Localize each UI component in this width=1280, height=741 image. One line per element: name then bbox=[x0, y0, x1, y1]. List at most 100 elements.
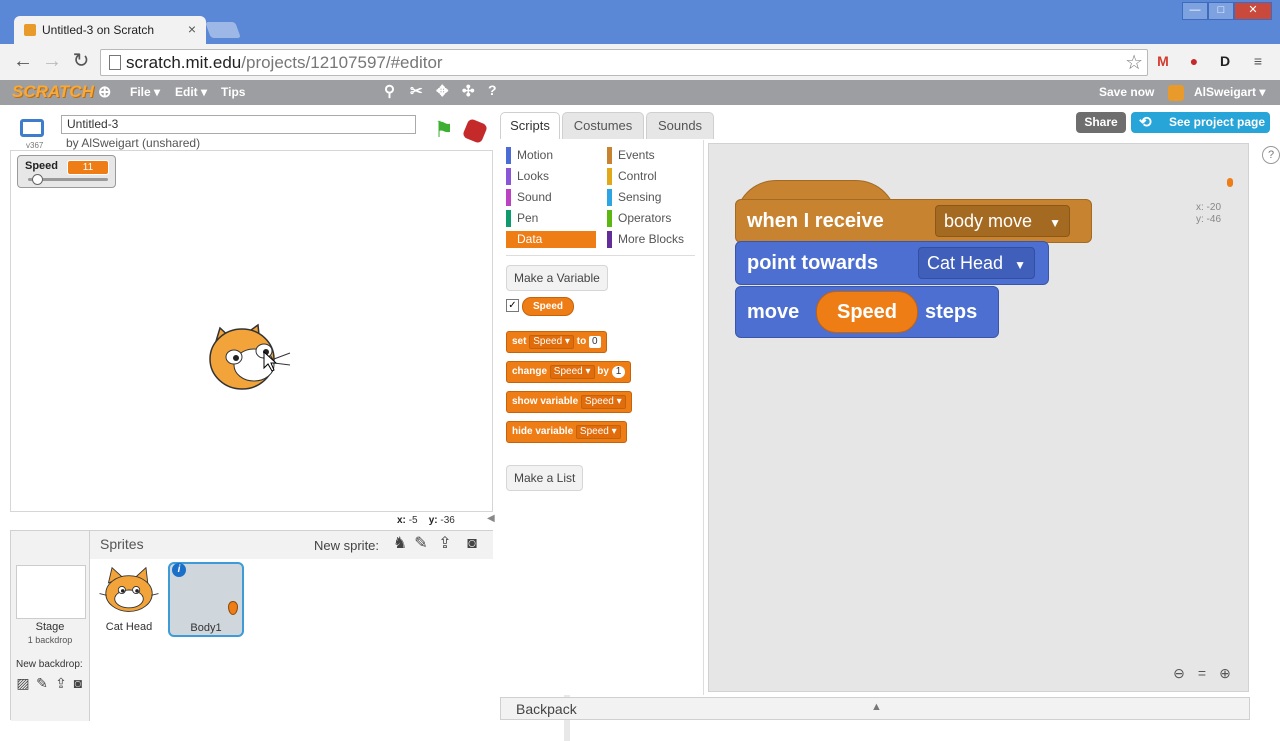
page-icon bbox=[109, 55, 121, 70]
tips-menu[interactable]: Tips bbox=[221, 85, 245, 99]
category-column-right: Events Control Sensing Operators More Bl… bbox=[607, 147, 697, 248]
help-tips-icon[interactable]: ? bbox=[1262, 146, 1280, 164]
zoom-in-icon[interactable]: ⊕ bbox=[1216, 664, 1234, 682]
variable-monitor[interactable]: Speed 11 bbox=[17, 155, 116, 188]
when-i-receive-block[interactable]: when I receive body move ▼ bbox=[735, 199, 1092, 243]
sprite-coordinates: x: -20 y: -46 bbox=[1196, 202, 1222, 225]
expand-up-icon[interactable]: ▲ bbox=[871, 701, 882, 713]
paint-backdrop-icon[interactable]: ▨ bbox=[16, 676, 30, 690]
shrink-icon[interactable]: ✣ bbox=[462, 82, 475, 100]
make-list-button[interactable]: Make a List bbox=[506, 465, 584, 491]
scratch-logo[interactable]: SCRATCH bbox=[12, 82, 94, 102]
camera-sprite-icon[interactable]: ◙ bbox=[463, 535, 481, 553]
cat-head-thumbnail bbox=[99, 566, 159, 612]
forward-arrow-icon[interactable]: → bbox=[41, 50, 63, 72]
category-sound[interactable]: Sound bbox=[506, 189, 596, 206]
address-bar[interactable]: scratch.mit.edu/projects/12107597/#edito… bbox=[100, 49, 1148, 76]
block-palette: Motion Looks Sound Pen Data Events Contr… bbox=[500, 140, 704, 695]
sprite-item-cat-head[interactable]: Cat Head bbox=[90, 559, 168, 669]
move-steps-block[interactable]: move Speed steps bbox=[735, 286, 999, 338]
see-project-page-button[interactable]: ⟲ See project page bbox=[1131, 112, 1270, 133]
backpack-label: Backpack bbox=[516, 701, 577, 717]
new-backdrop-label: New backdrop: bbox=[16, 659, 83, 670]
extension-icon[interactable]: ● bbox=[1184, 52, 1204, 70]
minimize-button[interactable]: — bbox=[1182, 2, 1208, 20]
url-text[interactable]: scratch.mit.edu/projects/12107597/#edito… bbox=[126, 53, 443, 73]
paint-sprite-icon[interactable]: ✎ bbox=[412, 535, 430, 553]
save-now-link[interactable]: Save now bbox=[1099, 85, 1154, 99]
info-icon[interactable]: i bbox=[172, 563, 186, 577]
extension-d-icon[interactable]: D bbox=[1215, 52, 1235, 70]
zoom-reset-icon[interactable]: = bbox=[1193, 664, 1211, 682]
variable-reporter-speed[interactable]: Speed bbox=[522, 297, 575, 316]
target-dropdown[interactable]: Cat Head ▼ bbox=[918, 247, 1035, 279]
help-icon[interactable]: ? bbox=[488, 82, 497, 98]
category-motion[interactable]: Motion bbox=[506, 147, 596, 164]
stage-coordinates: x: -5 y: -36 bbox=[397, 515, 455, 526]
duplicate-stamp-icon[interactable]: ⚲ bbox=[384, 82, 395, 100]
set-variable-block[interactable]: set Speed ▾ to 0 bbox=[506, 331, 607, 353]
new-sprite-label: New sprite: bbox=[314, 538, 380, 553]
monitor-label: Speed bbox=[25, 160, 59, 172]
message-dropdown[interactable]: body move ▼ bbox=[935, 205, 1070, 237]
slider-knob[interactable] bbox=[32, 174, 43, 185]
upload-icon[interactable]: ⇪ bbox=[54, 676, 68, 690]
share-button[interactable]: Share bbox=[1076, 112, 1126, 133]
collapse-stage-icon[interactable]: ◀ bbox=[487, 513, 495, 524]
tab-scripts[interactable]: Scripts bbox=[500, 112, 560, 139]
scratch-favicon-icon bbox=[24, 24, 36, 36]
back-arrow-icon[interactable]: ← bbox=[12, 50, 34, 72]
change-variable-block[interactable]: change Speed ▾ by 1 bbox=[506, 361, 632, 383]
point-towards-block[interactable]: point towards Cat Head ▼ bbox=[735, 241, 1049, 285]
sprite-item-body1[interactable]: i Body1 bbox=[168, 562, 244, 637]
zoom-out-icon[interactable]: ⊖ bbox=[1170, 664, 1188, 682]
choose-sprite-icon[interactable]: ♞ bbox=[391, 535, 409, 553]
stage-canvas[interactable]: Speed 11 bbox=[10, 150, 493, 512]
tab-costumes[interactable]: Costumes bbox=[562, 112, 644, 139]
category-events[interactable]: Events bbox=[607, 147, 697, 164]
green-flag-icon[interactable]: ⚑ bbox=[434, 119, 454, 141]
globe-icon[interactable]: ⊕ bbox=[98, 82, 111, 102]
script-area[interactable]: when I receive body move ▼ point towards… bbox=[708, 143, 1249, 692]
upload-sprite-icon[interactable]: ⇪ bbox=[436, 535, 454, 553]
user-avatar[interactable] bbox=[1168, 85, 1184, 101]
speed-reporter[interactable]: Speed bbox=[816, 291, 918, 333]
file-menu[interactable]: File ▾ bbox=[130, 85, 160, 99]
category-data[interactable]: Data bbox=[506, 231, 596, 248]
presentation-mode-icon[interactable] bbox=[20, 119, 44, 137]
tab-close-icon[interactable]: × bbox=[188, 21, 196, 37]
category-looks[interactable]: Looks bbox=[506, 168, 596, 185]
tab-sounds[interactable]: Sounds bbox=[646, 112, 714, 139]
make-variable-button[interactable]: Make a Variable bbox=[506, 265, 608, 291]
show-variable-block[interactable]: show variable Speed ▾ bbox=[506, 391, 632, 413]
camera-icon[interactable]: ◙ bbox=[71, 676, 85, 690]
project-author: by AlSweigart (unshared) bbox=[66, 136, 201, 150]
menu-icon[interactable]: ≡ bbox=[1248, 52, 1268, 70]
stage-thumbnail[interactable] bbox=[16, 565, 86, 619]
project-title-input[interactable]: Untitled-3 bbox=[61, 115, 416, 134]
sprite-name: Cat Head bbox=[105, 621, 153, 633]
category-pen[interactable]: Pen bbox=[506, 210, 596, 227]
category-sensing[interactable]: Sensing bbox=[607, 189, 697, 206]
edit-menu[interactable]: Edit ▾ bbox=[175, 85, 207, 99]
bookmark-star-icon[interactable]: ☆ bbox=[1125, 50, 1143, 75]
stop-sign-icon[interactable] bbox=[461, 117, 489, 145]
sprite-drop-icon bbox=[1227, 178, 1233, 187]
variable-checkbox[interactable]: ✓ bbox=[506, 299, 519, 312]
gmail-icon[interactable]: M bbox=[1153, 52, 1173, 70]
browser-toolbar: ← → ↻ scratch.mit.edu/projects/12107597/… bbox=[0, 44, 1280, 81]
reload-icon[interactable]: ↻ bbox=[70, 50, 92, 72]
user-menu[interactable]: AlSweigart ▾ bbox=[1194, 85, 1265, 99]
category-control[interactable]: Control bbox=[607, 168, 697, 185]
brush-icon[interactable]: ✎ bbox=[35, 676, 49, 690]
grow-icon[interactable]: ✥ bbox=[436, 82, 449, 100]
new-tab-button[interactable] bbox=[205, 22, 241, 38]
cut-icon[interactable]: ✂ bbox=[410, 82, 423, 100]
category-more-blocks[interactable]: More Blocks bbox=[607, 231, 697, 248]
close-window-button[interactable]: ✕ bbox=[1234, 2, 1272, 20]
maximize-button[interactable]: □ bbox=[1208, 2, 1234, 20]
backpack-bar[interactable]: Backpack ▲ bbox=[500, 697, 1250, 720]
hide-variable-block[interactable]: hide variable Speed ▾ bbox=[506, 421, 627, 443]
category-operators[interactable]: Operators bbox=[607, 210, 697, 227]
browser-tab[interactable]: Untitled-3 on Scratch × bbox=[14, 16, 206, 44]
